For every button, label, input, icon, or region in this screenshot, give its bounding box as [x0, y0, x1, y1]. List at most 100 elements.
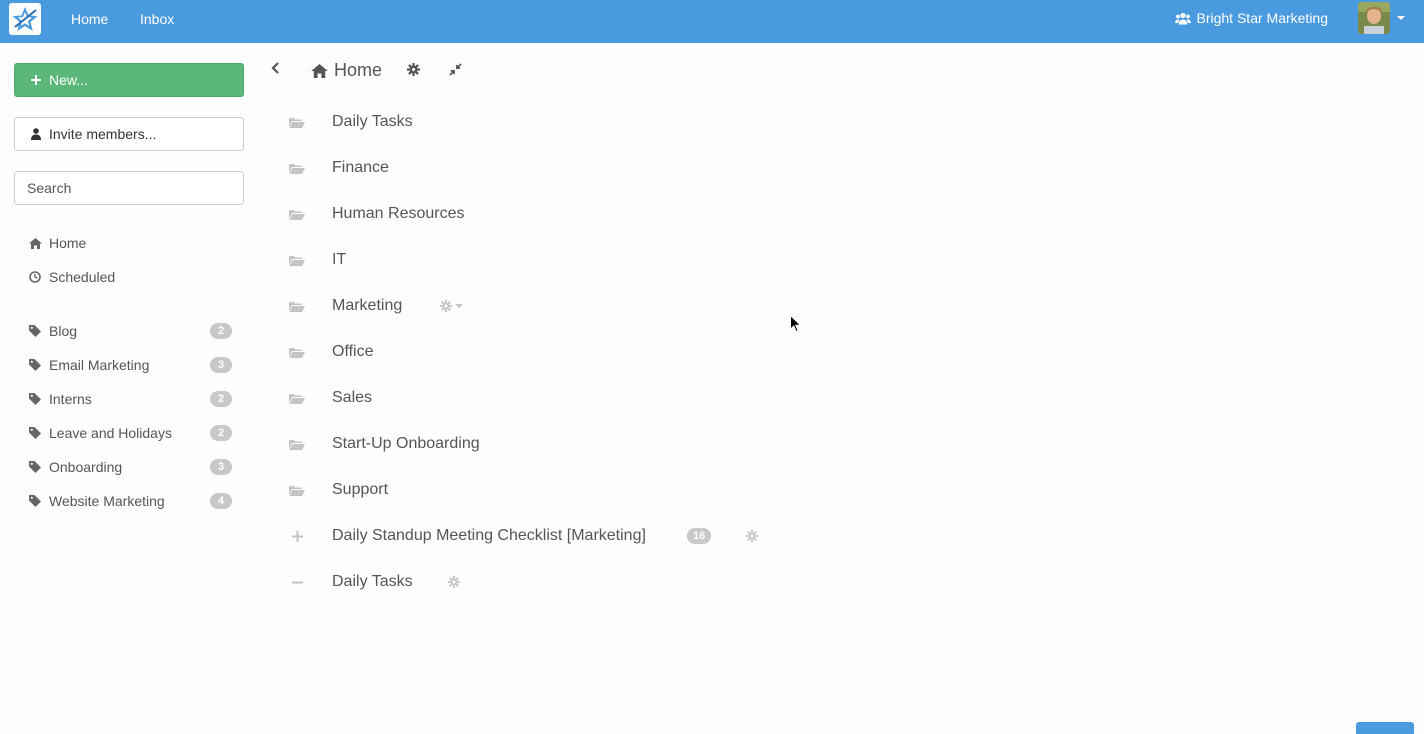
- org-name: Bright Star Marketing: [1196, 10, 1329, 26]
- tag-icon: [28, 325, 42, 337]
- checklist-settings-button[interactable]: [448, 576, 460, 588]
- folder-row-daily-tasks[interactable]: Daily Tasks: [288, 107, 413, 137]
- new-button[interactable]: New...: [14, 63, 244, 97]
- folder-row-finance[interactable]: Finance: [288, 153, 389, 183]
- breadcrumb: Home: [311, 60, 382, 81]
- mouse-cursor-icon: [790, 315, 802, 333]
- collapse-sidebar-button[interactable]: [268, 60, 284, 76]
- folder-row-sales[interactable]: Sales: [288, 383, 372, 413]
- sidebar-tag-leave-and-holidays[interactable]: Leave and Holidays 2: [28, 421, 232, 445]
- page-title[interactable]: Home: [334, 60, 382, 81]
- caret-down-icon: [455, 303, 463, 308]
- org-switcher[interactable]: Bright Star Marketing: [1174, 10, 1329, 26]
- checklist-row-daily-standup[interactable]: Daily Standup Meeting Checklist [Marketi…: [288, 521, 758, 551]
- sidebar-item-label: Scheduled: [49, 269, 116, 285]
- folder-label: Finance: [332, 159, 389, 176]
- tag-icon: [28, 461, 42, 473]
- search-input[interactable]: [14, 171, 244, 205]
- tag-icon: [28, 495, 42, 507]
- folder-open-icon: [288, 393, 306, 404]
- folder-row-it[interactable]: IT: [288, 245, 346, 275]
- tag-label: Leave and Holidays: [49, 425, 172, 441]
- count-badge: 16: [687, 528, 712, 544]
- avatar-image-icon: [1358, 2, 1390, 34]
- user-avatar[interactable]: [1358, 2, 1390, 34]
- home-icon: [311, 63, 328, 78]
- plus-icon: [31, 75, 41, 85]
- star-logo-icon: [12, 7, 38, 31]
- tag-label: Email Marketing: [49, 357, 150, 373]
- tag-count-badge: 2: [210, 425, 232, 441]
- folder-label: IT: [332, 251, 347, 268]
- sidebar-item-home[interactable]: Home: [28, 231, 232, 255]
- folder-row-marketing[interactable]: Marketing: [288, 291, 463, 321]
- sidebar-tag-website-marketing[interactable]: Website Marketing 4: [28, 489, 232, 513]
- folder-open-icon: [288, 485, 306, 496]
- users-icon: [1174, 12, 1191, 24]
- sidebar-tag-onboarding[interactable]: Onboarding 3: [28, 455, 232, 479]
- checklist-label: Daily Tasks: [332, 573, 413, 590]
- invite-members-button[interactable]: Invite members...: [14, 117, 244, 151]
- folder-label: Sales: [332, 389, 373, 406]
- gear-icon: [448, 576, 460, 588]
- tag-label: Onboarding: [49, 459, 123, 475]
- folder-label: Human Resources: [332, 205, 465, 222]
- folder-row-start-up-onboarding[interactable]: Start-Up Onboarding: [288, 429, 480, 459]
- checklist-label: Daily Standup Meeting Checklist [Marketi…: [332, 527, 646, 544]
- checklist-settings-button[interactable]: [746, 530, 758, 542]
- tag-label: Website Marketing: [49, 493, 165, 509]
- sidebar-item-label: Home: [49, 235, 87, 251]
- folder-open-icon: [288, 117, 306, 128]
- settings-button[interactable]: [405, 61, 421, 77]
- tag-count-badge: 3: [210, 459, 232, 475]
- help-widget-button[interactable]: [1356, 722, 1414, 734]
- folder-label: Office: [332, 343, 374, 360]
- tag-label: Interns: [49, 391, 92, 407]
- tag-icon: [28, 359, 42, 371]
- nav-inbox-link[interactable]: Inbox: [140, 11, 174, 27]
- sidebar-tag-blog[interactable]: Blog 2: [28, 319, 232, 343]
- nav-home-link[interactable]: Home: [71, 11, 108, 27]
- folder-open-icon: [288, 301, 306, 312]
- user-menu-caret-icon[interactable]: [1397, 16, 1405, 20]
- tag-icon: [28, 393, 42, 405]
- folder-open-icon: [288, 347, 306, 358]
- folder-row-human-resources[interactable]: Human Resources: [288, 199, 465, 229]
- gear-icon: [746, 530, 758, 542]
- plus-icon[interactable]: [288, 530, 306, 542]
- tag-count-badge: 3: [210, 357, 232, 373]
- folder-open-icon: [288, 439, 306, 450]
- minus-icon[interactable]: [288, 577, 306, 588]
- sidebar-tag-email-marketing[interactable]: Email Marketing 3: [28, 353, 232, 377]
- tag-count-badge: 2: [210, 391, 232, 407]
- tag-icon: [28, 427, 42, 439]
- compress-icon: [448, 62, 462, 76]
- folder-label: Daily Tasks: [332, 113, 413, 130]
- chevron-left-icon: [271, 62, 279, 74]
- new-button-label: New...: [49, 72, 88, 88]
- invite-button-label: Invite members...: [49, 126, 157, 142]
- sidebar-item-scheduled[interactable]: Scheduled: [28, 265, 232, 289]
- gear-icon: [406, 62, 420, 76]
- home-icon: [28, 237, 42, 249]
- tag-label: Blog: [49, 323, 78, 339]
- tag-count-badge: 4: [210, 493, 232, 509]
- clock-icon: [28, 271, 42, 283]
- folder-label: Start-Up Onboarding: [332, 435, 480, 452]
- checklist-row-daily-tasks[interactable]: Daily Tasks: [288, 567, 460, 597]
- folder-row-support[interactable]: Support: [288, 475, 388, 505]
- folder-label: Marketing: [332, 297, 403, 314]
- folder-label: Support: [332, 481, 389, 498]
- sidebar-tag-interns[interactable]: Interns 2: [28, 387, 232, 411]
- top-navbar: Home Inbox Bright Star Marketing: [0, 0, 1424, 43]
- compress-button[interactable]: [447, 61, 463, 77]
- gear-icon: [440, 300, 452, 312]
- folder-row-office[interactable]: Office: [288, 337, 374, 367]
- folder-open-icon: [288, 255, 306, 266]
- folder-settings-dropdown[interactable]: [440, 300, 463, 312]
- user-icon: [31, 128, 41, 140]
- app-logo[interactable]: [9, 3, 41, 35]
- checklist-count-badge: 16: [687, 528, 712, 544]
- tag-count-badge: 2: [210, 323, 232, 339]
- folder-open-icon: [288, 209, 306, 220]
